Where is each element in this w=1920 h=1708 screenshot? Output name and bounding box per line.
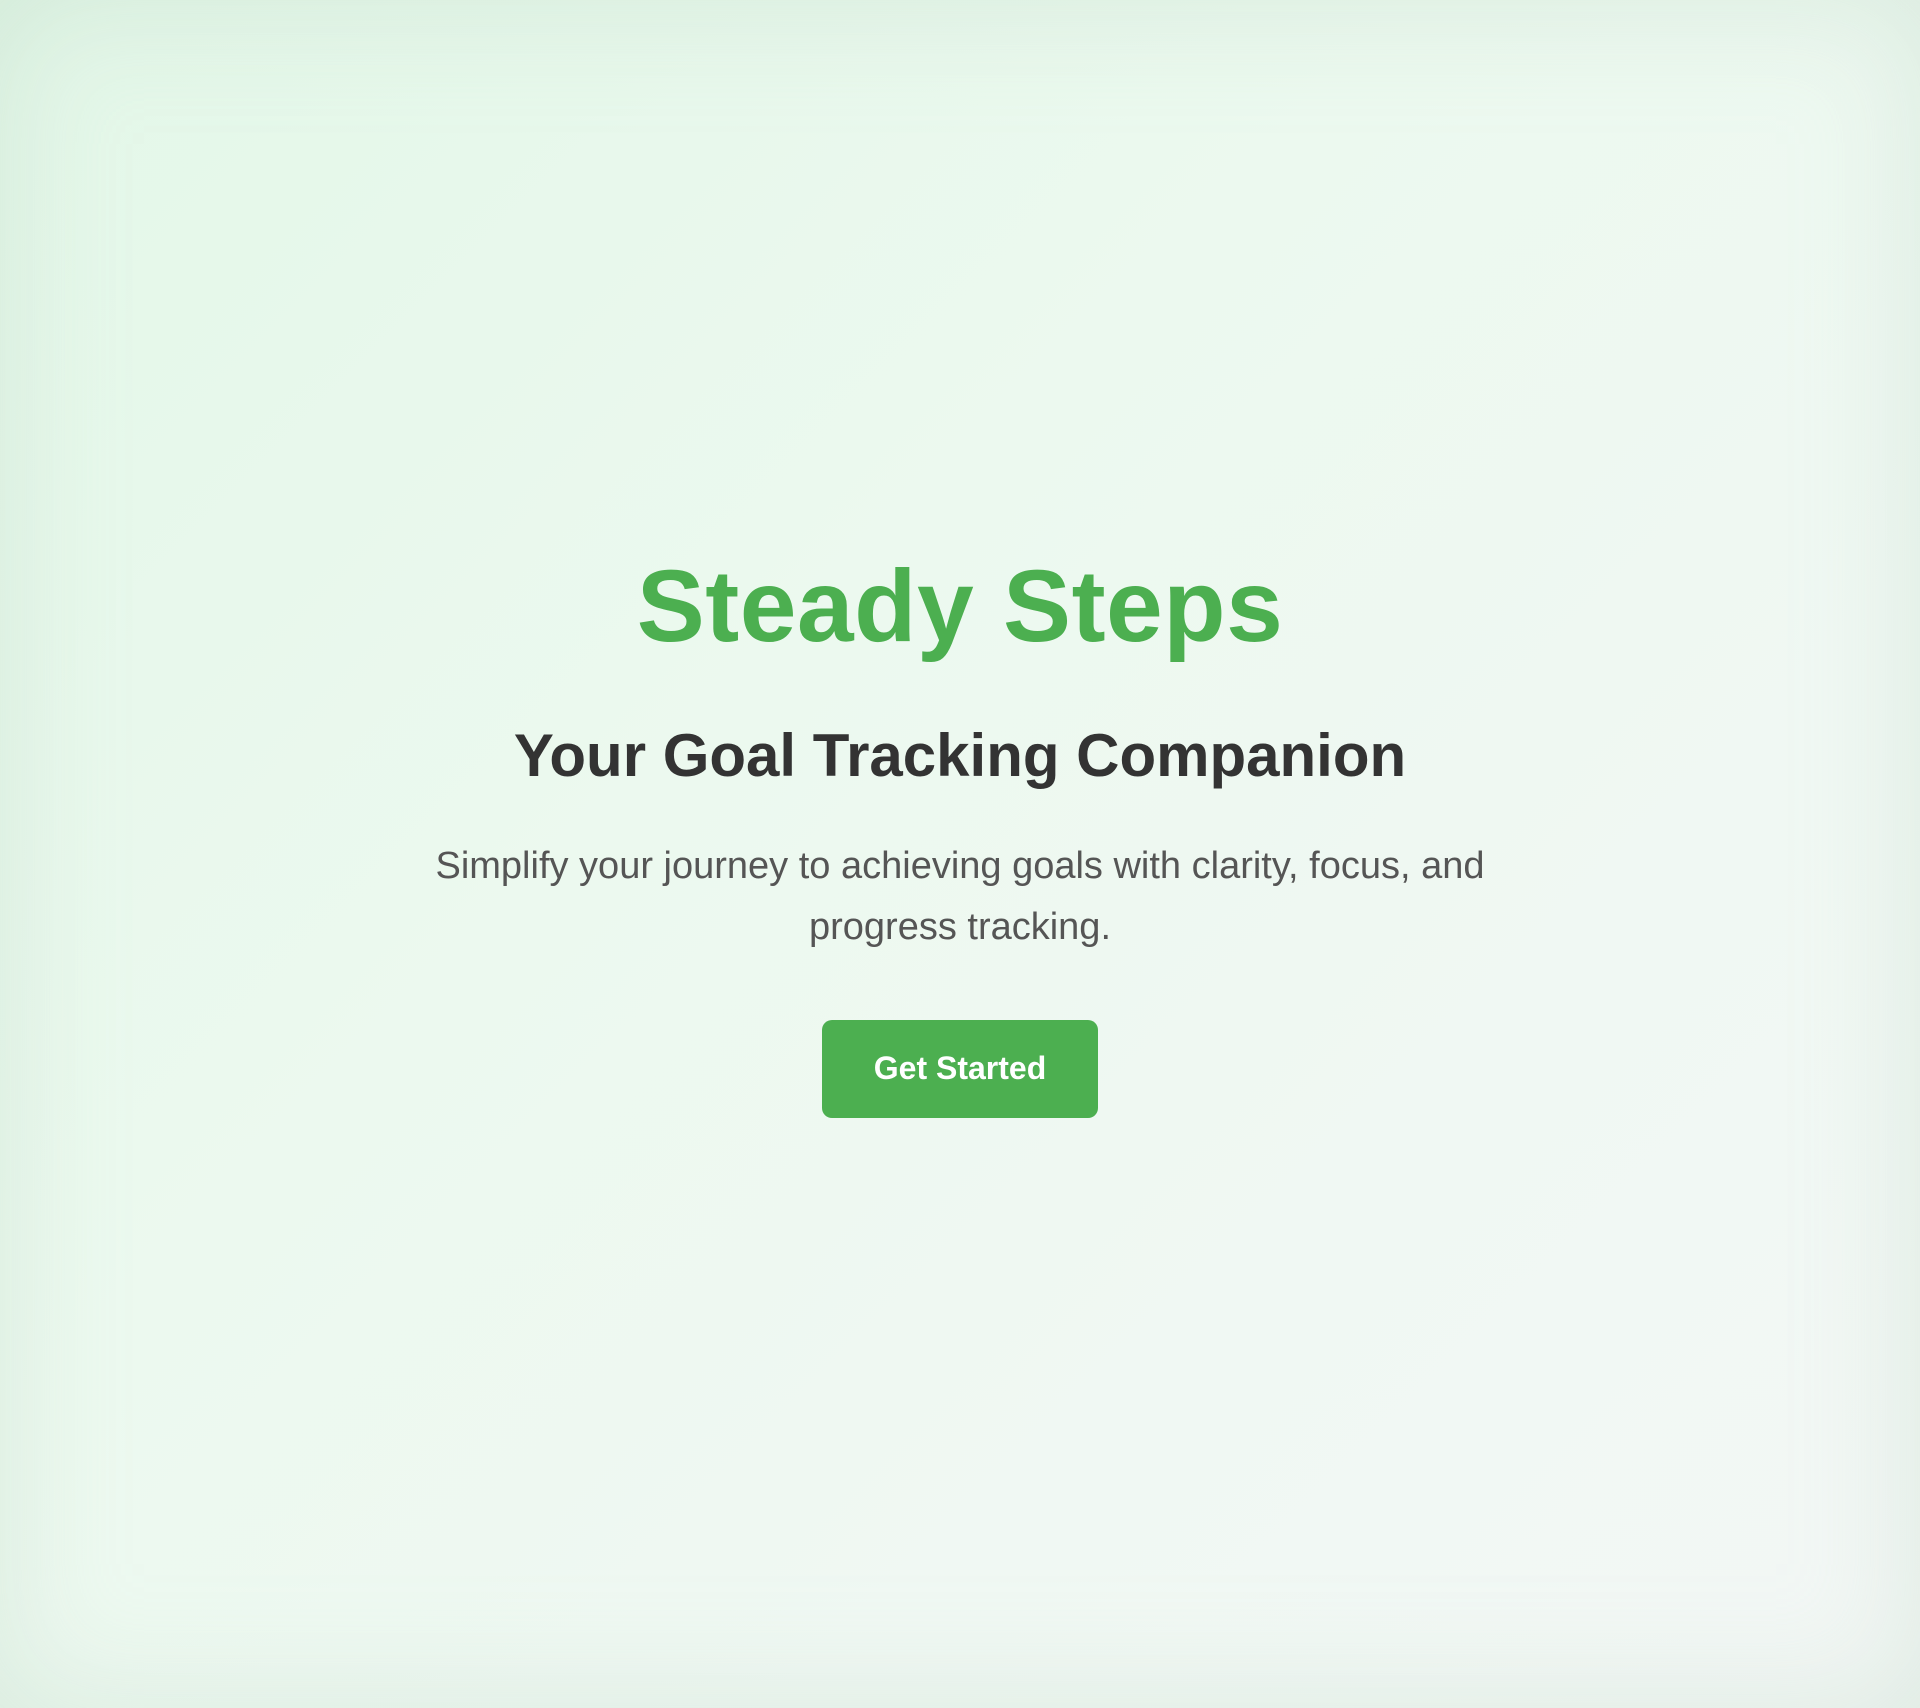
get-started-button[interactable]: Get Started [822,1019,1098,1118]
hero-description: Simplify your journey to achieving goals… [435,845,1485,949]
tagline-heading: Your Goal Tracking Companion [513,722,1407,790]
brand-title: Steady Steps [636,549,1284,664]
hero-section: Steady Steps Your Goal Tracking Companio… [0,0,1920,1708]
